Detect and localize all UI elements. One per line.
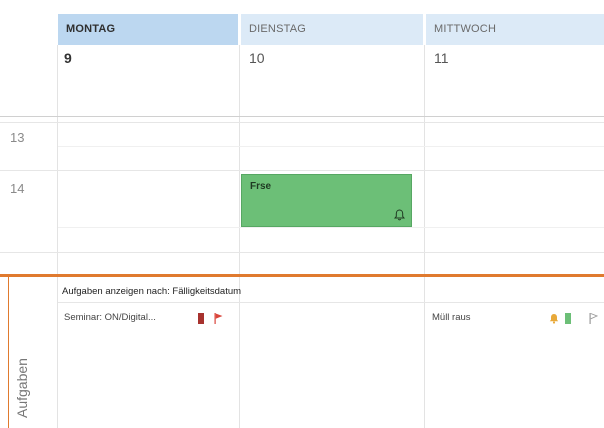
grid-line — [0, 170, 604, 171]
grid-line — [57, 45, 58, 274]
time-label: 14 — [10, 181, 25, 196]
day-header-label: MONTAG — [66, 23, 116, 35]
day-header-label: MITTWOCH — [434, 23, 497, 35]
day-header-tuesday[interactable]: DIENSTAG — [241, 14, 423, 45]
day-number-tuesday: 10 — [249, 50, 265, 66]
tasks-sort-header[interactable]: Aufgaben anzeigen nach: Fälligkeitsdatum — [62, 286, 241, 297]
time-label: 13 — [10, 130, 25, 145]
task-title: Müll raus — [432, 312, 471, 323]
grid-line — [58, 227, 604, 228]
grid-line — [57, 277, 58, 428]
grid-line — [58, 146, 604, 147]
tasks-section-label: Aufgaben — [14, 358, 30, 418]
grid-line — [0, 116, 604, 117]
day-header-monday[interactable]: MONTAG — [58, 14, 238, 45]
flag-outline-icon[interactable] — [589, 313, 598, 324]
grid-line — [424, 45, 425, 428]
tasks-separator[interactable] — [0, 274, 604, 277]
day-header-label: DIENSTAG — [249, 23, 307, 35]
reminder-bell-icon — [549, 314, 559, 324]
bell-icon — [394, 209, 405, 221]
grid-line — [58, 302, 604, 303]
task-title: Seminar: ON/Digital... — [64, 312, 156, 323]
category-color-square — [565, 313, 571, 324]
day-header-wednesday[interactable]: MITTWOCH — [426, 14, 604, 45]
grid-line — [0, 122, 604, 123]
tasks-border — [8, 277, 9, 428]
day-number-wednesday: 11 — [434, 50, 449, 66]
grid-line — [0, 252, 604, 253]
day-number-monday: 9 — [64, 50, 72, 66]
appointment-block[interactable]: Frse — [241, 174, 412, 227]
task-item[interactable]: Seminar: ON/Digital... — [64, 312, 236, 326]
flag-icon[interactable] — [214, 313, 223, 324]
appointment-title: Frse — [250, 181, 272, 192]
grid-line — [239, 45, 240, 428]
task-item[interactable]: Müll raus — [432, 312, 604, 326]
category-color-square — [198, 313, 204, 324]
